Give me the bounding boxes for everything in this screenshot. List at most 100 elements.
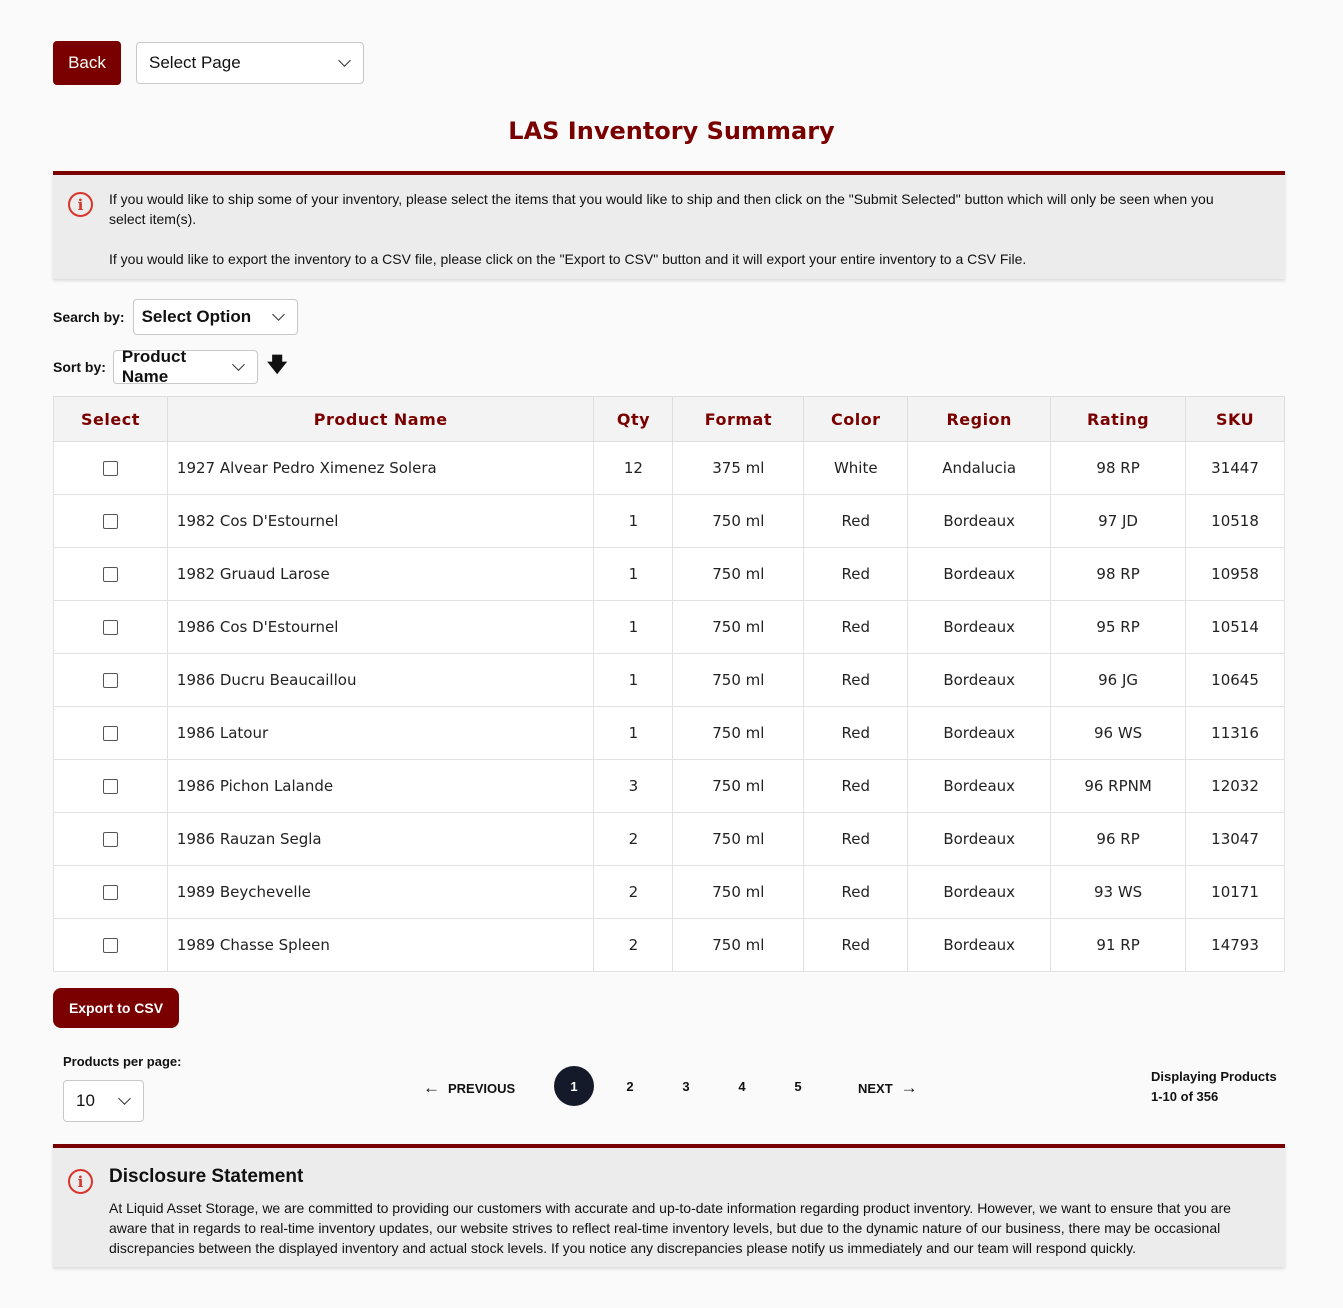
cell-rating: 91 RP xyxy=(1050,918,1187,972)
col-header-region[interactable]: Region xyxy=(907,396,1052,442)
instructions-ship: If you would like to ship some of your i… xyxy=(109,191,1214,227)
page-button-5[interactable]: 5 xyxy=(778,1066,818,1106)
col-header-format[interactable]: Format xyxy=(672,396,805,442)
cell-region: Bordeaux xyxy=(907,865,1052,919)
table-row: 1989 Beychevelle 2 750 ml Red Bordeaux 9… xyxy=(53,865,1285,919)
page-title: LAS Inventory Summary xyxy=(508,117,835,145)
export-csv-button[interactable]: Export to CSV xyxy=(53,988,179,1028)
search-select-value: Select Option xyxy=(141,307,252,326)
cell-product-name: 1986 Rauzan Segla xyxy=(166,812,595,866)
cell-region: Bordeaux xyxy=(907,812,1052,866)
cell-qty: 2 xyxy=(593,812,674,866)
cell-rating: 96 JG xyxy=(1050,653,1187,707)
table-row: 1927 Alvear Pedro Ximenez Solera 12 375 … xyxy=(53,441,1285,495)
cell-rating: 98 RP xyxy=(1050,441,1187,495)
cell-sku: 10514 xyxy=(1185,600,1285,654)
row-checkbox[interactable] xyxy=(102,567,118,582)
table-header-row: Select Product Name Qty Format Color Reg… xyxy=(53,396,1285,442)
table-row: 1982 Cos D'Estournel 1 750 ml Red Bordea… xyxy=(53,494,1285,548)
cell-format: 750 ml xyxy=(672,918,805,972)
col-header-rating[interactable]: Rating xyxy=(1050,396,1187,442)
cell-color: Red xyxy=(803,547,909,601)
cell-product-name: 1986 Cos D'Estournel xyxy=(166,600,595,654)
row-checkbox[interactable] xyxy=(102,620,118,635)
cell-qty: 1 xyxy=(593,653,674,707)
cell-rating: 96 RP xyxy=(1050,812,1187,866)
info-icon: i xyxy=(68,192,93,217)
cell-product-name: 1927 Alvear Pedro Ximenez Solera xyxy=(166,441,595,495)
row-checkbox[interactable] xyxy=(102,514,118,529)
cell-product-name: 1982 Cos D'Estournel xyxy=(166,494,595,548)
previous-label: PREVIOUS xyxy=(448,1080,516,1096)
row-checkbox[interactable] xyxy=(102,938,118,953)
cell-format: 750 ml xyxy=(672,812,805,866)
next-label: NEXT xyxy=(858,1080,893,1096)
cell-format: 750 ml xyxy=(672,653,805,707)
cell-rating: 96 RPNM xyxy=(1050,759,1187,813)
col-header-color[interactable]: Color xyxy=(803,396,909,442)
search-select[interactable]: Select Option xyxy=(132,299,298,335)
cell-rating: 93 WS xyxy=(1050,865,1187,919)
cell-color: Red xyxy=(803,706,909,760)
row-checkbox[interactable] xyxy=(102,726,118,741)
sort-direction-arrow-down-icon[interactable]: 🡇 xyxy=(267,350,288,384)
page-button-1[interactable]: 1 xyxy=(554,1066,594,1106)
page-select-value: Select Page xyxy=(149,53,241,72)
cell-sku: 11316 xyxy=(1185,706,1285,760)
page-button-4[interactable]: 4 xyxy=(722,1066,762,1106)
page-button-3[interactable]: 3 xyxy=(666,1066,706,1106)
cell-format: 375 ml xyxy=(672,441,805,495)
table-row: 1986 Pichon Lalande 3 750 ml Red Bordeau… xyxy=(53,759,1285,813)
cell-region: Bordeaux xyxy=(907,600,1052,654)
table-row: 1986 Latour 1 750 ml Red Bordeaux 96 WS … xyxy=(53,706,1285,760)
cell-product-name: 1986 Latour xyxy=(166,706,595,760)
cell-rating: 98 RP xyxy=(1050,547,1187,601)
top-toolbar: Back Select Page xyxy=(53,41,364,85)
sort-select[interactable]: Product Name xyxy=(112,347,258,386)
page-button-2[interactable]: 2 xyxy=(610,1066,650,1106)
col-header-qty[interactable]: Qty xyxy=(593,396,674,442)
table-row: 1982 Gruaud Larose 1 750 ml Red Bordeaux… xyxy=(53,547,1285,601)
cell-color: Red xyxy=(803,759,909,813)
cell-sku: 10645 xyxy=(1185,653,1285,707)
page-select[interactable]: Select Page xyxy=(136,42,364,84)
search-label: Search by: xyxy=(53,309,125,325)
cell-sku: 12032 xyxy=(1185,759,1285,813)
previous-page-button[interactable]: ← PREVIOUS xyxy=(423,1078,515,1098)
cell-product-name: 1986 Pichon Lalande xyxy=(166,759,595,813)
cell-format: 750 ml xyxy=(672,759,805,813)
cell-sku: 10171 xyxy=(1185,865,1285,919)
cell-qty: 12 xyxy=(593,441,674,495)
cell-qty: 3 xyxy=(593,759,674,813)
cell-color: Red xyxy=(803,653,909,707)
display-count: Displaying Products 1-10 of 356 xyxy=(1151,1067,1277,1107)
cell-region: Bordeaux xyxy=(907,547,1052,601)
back-button[interactable]: Back xyxy=(53,41,121,85)
cell-qty: 2 xyxy=(593,865,674,919)
display-count-label: Displaying Products xyxy=(1151,1069,1277,1084)
table-row: 1989 Chasse Spleen 2 750 ml Red Bordeaux… xyxy=(53,918,1285,972)
display-count-range: 1-10 of 356 xyxy=(1151,1089,1219,1104)
row-checkbox[interactable] xyxy=(102,779,118,794)
row-checkbox[interactable] xyxy=(102,673,118,688)
table-row: 1986 Ducru Beaucaillou 1 750 ml Red Bord… xyxy=(53,653,1285,707)
cell-sku: 13047 xyxy=(1185,812,1285,866)
next-page-button[interactable]: NEXT → xyxy=(858,1078,918,1098)
info-icon: i xyxy=(68,1169,93,1194)
cell-format: 750 ml xyxy=(672,494,805,548)
cell-product-name: 1989 Beychevelle xyxy=(166,865,595,919)
sort-label: Sort by: xyxy=(53,359,106,375)
search-row: Search by: Select Option xyxy=(53,299,298,335)
cell-region: Bordeaux xyxy=(907,759,1052,813)
row-checkbox[interactable] xyxy=(102,461,118,476)
col-header-product-name[interactable]: Product Name xyxy=(166,396,595,442)
row-checkbox[interactable] xyxy=(102,885,118,900)
cell-qty: 1 xyxy=(593,494,674,548)
cell-product-name: 1989 Chasse Spleen xyxy=(166,918,595,972)
col-header-sku[interactable]: SKU xyxy=(1185,396,1285,442)
row-checkbox[interactable] xyxy=(102,832,118,847)
disclosure-panel: i Disclosure Statement At Liquid Asset S… xyxy=(53,1144,1285,1267)
table-row: 1986 Rauzan Segla 2 750 ml Red Bordeaux … xyxy=(53,812,1285,866)
cell-format: 750 ml xyxy=(672,865,805,919)
cell-region: Bordeaux xyxy=(907,918,1052,972)
